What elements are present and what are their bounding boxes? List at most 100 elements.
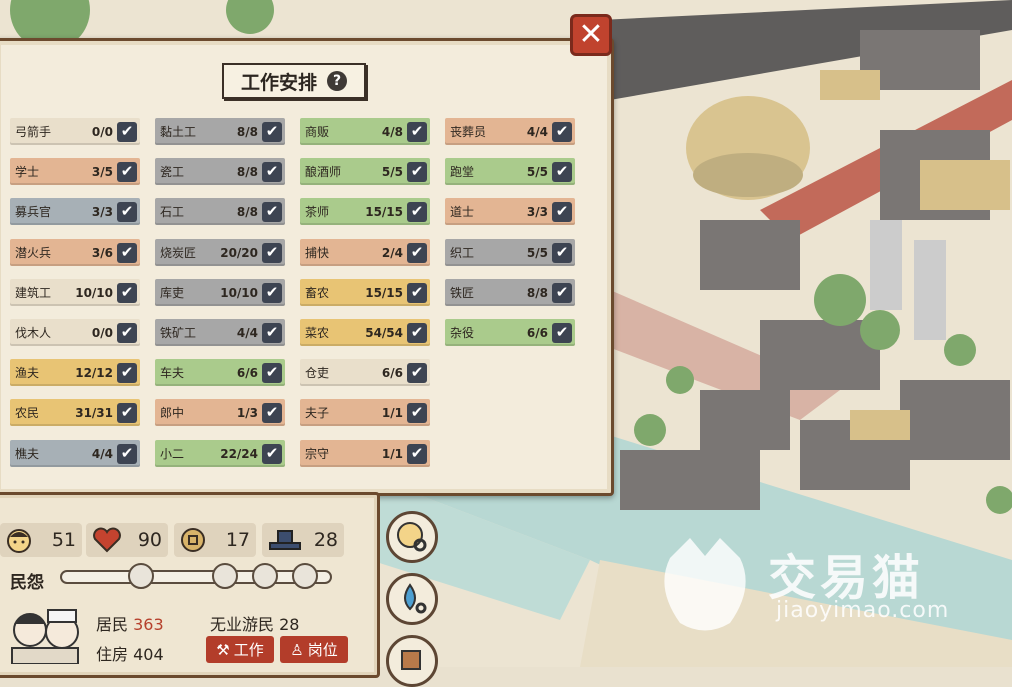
- search-water-button[interactable]: [386, 573, 438, 625]
- job-row[interactable]: 宗守 1/1 ✔: [300, 440, 430, 467]
- job-checkbox[interactable]: ✔: [407, 282, 427, 303]
- residents-value: 363: [133, 615, 164, 634]
- job-count: 10/10: [220, 285, 258, 300]
- job-checkbox[interactable]: ✔: [117, 121, 137, 142]
- job-row[interactable]: 渔夫 12/12 ✔: [10, 359, 140, 386]
- post-button[interactable]: ♙ 岗位: [280, 636, 348, 663]
- job-checkbox[interactable]: ✔: [117, 322, 137, 343]
- job-row[interactable]: 车夫 6/6 ✔: [155, 359, 285, 386]
- job-assignment-panel: [0, 38, 614, 496]
- job-checkbox[interactable]: ✔: [117, 161, 137, 182]
- job-count: 3/3: [91, 204, 113, 219]
- job-row[interactable]: 石工 8/8 ✔: [155, 198, 285, 225]
- job-row[interactable]: 弓箭手 0/0 ✔: [10, 118, 140, 145]
- job-checkbox[interactable]: ✔: [262, 322, 282, 343]
- mood-label: 民怨: [10, 573, 44, 593]
- panel-title: 工作安排 ?: [222, 63, 366, 99]
- job-row[interactable]: 杂役 6/6 ✔: [445, 319, 575, 346]
- job-checkbox[interactable]: ✔: [117, 282, 137, 303]
- job-row[interactable]: 小二 22/24 ✔: [155, 440, 285, 467]
- job-row[interactable]: 农民 31/31 ✔: [10, 399, 140, 426]
- job-row[interactable]: 学士 3/5 ✔: [10, 158, 140, 185]
- coin-stat[interactable]: 17: [174, 523, 256, 557]
- job-checkbox[interactable]: ✔: [552, 201, 572, 222]
- job-count: 3/6: [91, 245, 113, 260]
- job-name: 小二: [160, 447, 185, 461]
- work-button[interactable]: ⚒ 工作: [206, 636, 274, 663]
- job-checkbox[interactable]: ✔: [262, 282, 282, 303]
- job-row[interactable]: 募兵官 3/3 ✔: [10, 198, 140, 225]
- job-checkbox[interactable]: ✔: [552, 121, 572, 142]
- job-row[interactable]: 仓吏 6/6 ✔: [300, 359, 430, 386]
- job-checkbox[interactable]: ✔: [407, 362, 427, 383]
- job-checkbox[interactable]: ✔: [407, 443, 427, 464]
- job-name: 杂役: [450, 326, 475, 340]
- job-row[interactable]: 建筑工 10/10 ✔: [10, 279, 140, 306]
- job-row[interactable]: 黏土工 8/8 ✔: [155, 118, 285, 145]
- help-icon[interactable]: ?: [327, 71, 347, 91]
- search-resident-button[interactable]: [386, 511, 438, 563]
- job-checkbox[interactable]: ✔: [552, 242, 572, 263]
- job-row[interactable]: 道士 3/3 ✔: [445, 198, 575, 225]
- job-checkbox[interactable]: ✔: [552, 282, 572, 303]
- official-stat[interactable]: 28: [262, 523, 344, 557]
- job-checkbox[interactable]: ✔: [552, 161, 572, 182]
- job-row[interactable]: 樵夫 4/4 ✔: [10, 440, 140, 467]
- happiness-value: 51: [51, 529, 76, 551]
- job-checkbox[interactable]: ✔: [407, 201, 427, 222]
- job-row[interactable]: 酿酒师 5/5 ✔: [300, 158, 430, 185]
- job-checkbox[interactable]: ✔: [117, 362, 137, 383]
- job-checkbox[interactable]: ✔: [262, 362, 282, 383]
- official-value: 28: [313, 529, 338, 551]
- job-checkbox[interactable]: ✔: [117, 201, 137, 222]
- job-checkbox[interactable]: ✔: [117, 242, 137, 263]
- job-row[interactable]: 库吏 10/10 ✔: [155, 279, 285, 306]
- job-row[interactable]: 铁矿工 4/4 ✔: [155, 319, 285, 346]
- job-checkbox[interactable]: ✔: [552, 322, 572, 343]
- job-row[interactable]: 铁匠 8/8 ✔: [445, 279, 575, 306]
- job-row[interactable]: 潜火兵 3/6 ✔: [10, 239, 140, 266]
- search-tools-button[interactable]: [386, 635, 438, 687]
- job-row[interactable]: 瓷工 8/8 ✔: [155, 158, 285, 185]
- fist-icon: [292, 563, 318, 589]
- job-row[interactable]: 菜农 54/54 ✔: [300, 319, 430, 346]
- job-count: 6/6: [236, 365, 258, 380]
- job-checkbox[interactable]: ✔: [407, 402, 427, 423]
- job-count: 10/10: [75, 285, 113, 300]
- job-name: 瓷工: [160, 165, 185, 179]
- job-checkbox[interactable]: ✔: [407, 242, 427, 263]
- job-checkbox[interactable]: ✔: [262, 201, 282, 222]
- job-checkbox[interactable]: ✔: [262, 443, 282, 464]
- job-row[interactable]: 烧炭匠 20/20 ✔: [155, 239, 285, 266]
- job-row[interactable]: 郎中 1/3 ✔: [155, 399, 285, 426]
- job-row[interactable]: 商贩 4/8 ✔: [300, 118, 430, 145]
- job-row[interactable]: 跑堂 5/5 ✔: [445, 158, 575, 185]
- job-count: 3/5: [91, 164, 113, 179]
- job-name: 铁匠: [450, 286, 475, 300]
- hammer-icon: ⚒: [216, 640, 230, 659]
- job-row[interactable]: 丧葬员 4/4 ✔: [445, 118, 575, 145]
- happiness-stat[interactable]: 51: [0, 523, 82, 557]
- job-checkbox[interactable]: ✔: [262, 402, 282, 423]
- close-button[interactable]: ✕: [570, 14, 612, 56]
- job-name: 道士: [450, 205, 475, 219]
- job-checkbox[interactable]: ✔: [407, 322, 427, 343]
- health-stat[interactable]: 90: [86, 523, 168, 557]
- job-count: 5/5: [526, 245, 548, 260]
- job-name: 仓吏: [305, 366, 330, 380]
- job-row[interactable]: 织工 5/5 ✔: [445, 239, 575, 266]
- job-checkbox[interactable]: ✔: [407, 161, 427, 182]
- job-row[interactable]: 夫子 1/1 ✔: [300, 399, 430, 426]
- job-row[interactable]: 捕快 2/4 ✔: [300, 239, 430, 266]
- job-count: 54/54: [365, 325, 403, 340]
- job-row[interactable]: 畜农 15/15 ✔: [300, 279, 430, 306]
- job-row[interactable]: 茶师 15/15 ✔: [300, 198, 430, 225]
- job-checkbox[interactable]: ✔: [117, 402, 137, 423]
- job-checkbox[interactable]: ✔: [262, 242, 282, 263]
- job-checkbox[interactable]: ✔: [117, 443, 137, 464]
- job-name: 樵夫: [15, 447, 40, 461]
- job-checkbox[interactable]: ✔: [262, 121, 282, 142]
- job-checkbox[interactable]: ✔: [262, 161, 282, 182]
- job-row[interactable]: 伐木人 0/0 ✔: [10, 319, 140, 346]
- job-checkbox[interactable]: ✔: [407, 121, 427, 142]
